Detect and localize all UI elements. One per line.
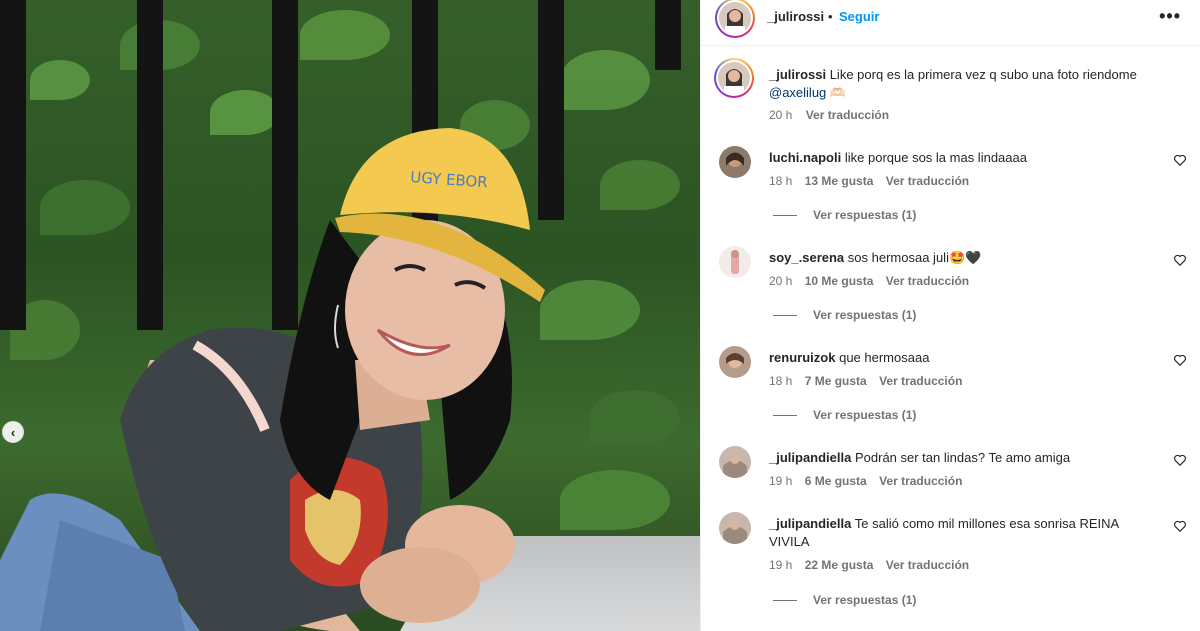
replies-line [773, 215, 797, 217]
comment-body: Podrán ser tan lindas? Te amo amiga [854, 450, 1071, 465]
heart-icon[interactable] [1173, 353, 1187, 367]
follow-button[interactable]: Seguir [839, 9, 879, 24]
avatar [718, 62, 750, 94]
replies-label: Ver respuestas (1) [813, 308, 917, 322]
header-username[interactable]: _julirossi [767, 9, 824, 24]
post-photo: UGY EBOR ‹ [0, 0, 700, 631]
caption-translate-link[interactable]: Ver traducción [806, 108, 889, 122]
comment-likes[interactable]: 10 Me gusta [805, 274, 874, 288]
replies-label: Ver respuestas (1) [813, 408, 917, 422]
comment-username[interactable]: soy_.serena [769, 250, 844, 265]
comment-text: _julipandiella Podrán ser tan lindas? Te… [769, 449, 1159, 467]
more-options-icon[interactable]: ••• [1159, 6, 1181, 27]
comment-username[interactable]: _julipandiella [769, 450, 851, 465]
comment-body: like porque sos la mas lindaaaa [844, 150, 1027, 165]
heart-icon[interactable] [1173, 253, 1187, 267]
caption-meta: 20 h Ver traducción [769, 108, 899, 122]
comment-time[interactable]: 18 h [769, 174, 792, 188]
comment-text: soy_.serena sos hermosaa juli🤩🖤 [769, 249, 1159, 267]
caption-time[interactable]: 20 h [769, 108, 792, 122]
view-replies-button[interactable]: Ver respuestas (1) [773, 308, 916, 322]
comment-text: renuruizok que hermosaaa [769, 349, 1159, 367]
view-replies-button[interactable]: Ver respuestas (1) [773, 408, 916, 422]
caption-avatar-ring[interactable] [714, 58, 754, 98]
comment-translate-link[interactable]: Ver traducción [879, 374, 962, 388]
comment-text: luchi.napoli like porque sos la mas lind… [769, 149, 1159, 167]
chevron-left-icon: ‹ [10, 424, 16, 440]
comment-meta: 18 h 7 Me gusta Ver traducción [769, 374, 971, 388]
comment-meta: 19 h 22 Me gusta Ver traducción [769, 558, 978, 572]
avatar[interactable] [719, 512, 751, 544]
post-header: _julirossi • Seguir ••• [701, 0, 1200, 46]
person-figure: UGY EBOR [0, 128, 545, 631]
comment-username[interactable]: renuruizok [769, 350, 835, 365]
heart-icon[interactable] [1173, 519, 1187, 533]
comment-time[interactable]: 18 h [769, 374, 792, 388]
post-side-panel: _julirossi • Seguir ••• _julirossi Like … [700, 0, 1200, 631]
carousel-prev-button[interactable]: ‹ [2, 421, 24, 443]
avatar[interactable] [719, 346, 751, 378]
comment-body: que hermosaaa [839, 350, 930, 365]
replies-line [773, 315, 797, 317]
comment-translate-link[interactable]: Ver traducción [886, 174, 969, 188]
comment-meta: 20 h 10 Me gusta Ver traducción [769, 274, 978, 288]
replies-label: Ver respuestas (1) [813, 593, 917, 607]
avatar[interactable] [719, 246, 751, 278]
caption-emoji: 🫶🏻 [829, 85, 847, 100]
comment-time[interactable]: 19 h [769, 474, 792, 488]
separator-dot: • [828, 9, 833, 24]
comment-username[interactable]: _julipandiella [769, 516, 851, 531]
avatar [719, 2, 751, 34]
comment-meta: 18 h 13 Me gusta Ver traducción [769, 174, 978, 188]
heart-icon[interactable] [1173, 453, 1187, 467]
caption-username[interactable]: _julirossi [769, 67, 826, 82]
comment-meta: 19 h 6 Me gusta Ver traducción [769, 474, 971, 488]
comment-translate-link[interactable]: Ver traducción [886, 558, 969, 572]
view-replies-button[interactable]: Ver respuestas (1) [773, 208, 916, 222]
profile-avatar-ring[interactable] [715, 0, 755, 38]
avatar[interactable] [719, 146, 751, 178]
comment-username[interactable]: luchi.napoli [769, 150, 841, 165]
caption-text: _julirossi Like porq es la primera vez q… [769, 66, 1179, 102]
comment-likes[interactable]: 6 Me gusta [805, 474, 867, 488]
heart-icon[interactable] [1173, 153, 1187, 167]
comment-time[interactable]: 20 h [769, 274, 792, 288]
caption-body: Like porq es la primera vez q subo una f… [829, 67, 1137, 82]
comment-time[interactable]: 19 h [769, 558, 792, 572]
avatar[interactable] [719, 446, 751, 478]
comment-likes[interactable]: 22 Me gusta [805, 558, 874, 572]
replies-line [773, 600, 797, 602]
view-replies-button[interactable]: Ver respuestas (1) [773, 593, 916, 607]
replies-line [773, 415, 797, 417]
comment-text: _julipandiella Te salió como mil millone… [769, 515, 1159, 551]
caption-mention-link[interactable]: @axelilug [769, 85, 826, 100]
comment-body: sos hermosaa juli🤩🖤 [847, 250, 982, 265]
comment-likes[interactable]: 13 Me gusta [805, 174, 874, 188]
comment-translate-link[interactable]: Ver traducción [879, 474, 962, 488]
comment-likes[interactable]: 7 Me gusta [805, 374, 867, 388]
comment-translate-link[interactable]: Ver traducción [886, 274, 969, 288]
replies-label: Ver respuestas (1) [813, 208, 917, 222]
